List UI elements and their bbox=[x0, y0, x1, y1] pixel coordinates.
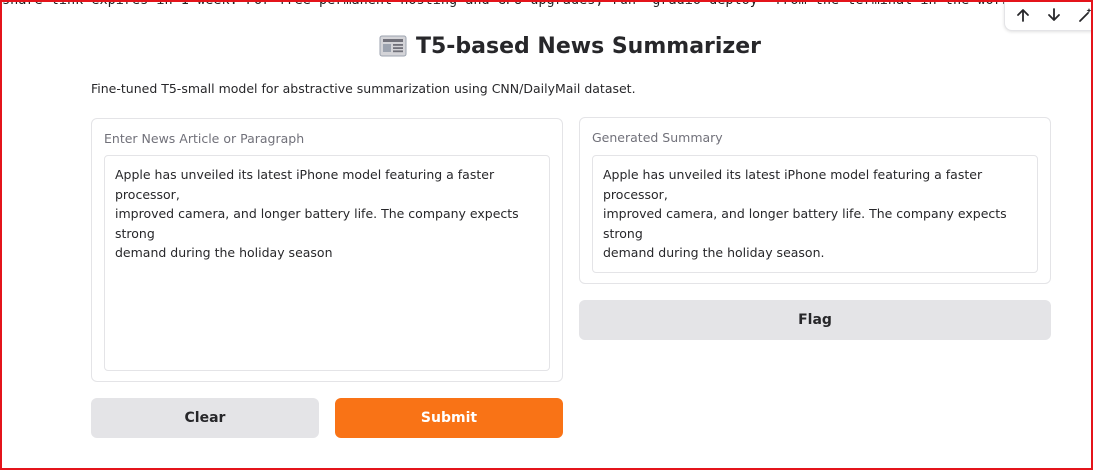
submit-button[interactable]: Submit bbox=[335, 398, 563, 438]
output-panel: Generated Summary Apple has unveiled its… bbox=[579, 117, 1051, 284]
output-label: Generated Summary bbox=[592, 130, 723, 145]
clear-button[interactable]: Clear bbox=[91, 398, 319, 438]
flag-button[interactable]: Flag bbox=[579, 300, 1051, 340]
arrow-up-icon[interactable] bbox=[1013, 5, 1033, 25]
article-input[interactable]: Apple has unveiled its latest iPhone mod… bbox=[104, 155, 550, 371]
magic-wand-icon[interactable] bbox=[1075, 5, 1093, 25]
input-panel: Enter News Article or Paragraph Apple ha… bbox=[91, 118, 563, 382]
summary-output: Apple has unveiled its latest iPhone mod… bbox=[592, 155, 1038, 273]
newspaper-icon bbox=[379, 35, 407, 57]
input-label: Enter News Article or Paragraph bbox=[104, 131, 305, 146]
page-header: T5-based News Summarizer bbox=[0, 30, 1093, 62]
share-link-message: share link expires in 1 week. For free p… bbox=[2, 0, 1067, 8]
top-toolbar bbox=[1004, 0, 1093, 31]
page-title: T5-based News Summarizer bbox=[415, 33, 762, 59]
arrow-down-icon[interactable] bbox=[1044, 5, 1064, 25]
app-description: Fine-tuned T5-small model for abstractiv… bbox=[91, 81, 636, 96]
